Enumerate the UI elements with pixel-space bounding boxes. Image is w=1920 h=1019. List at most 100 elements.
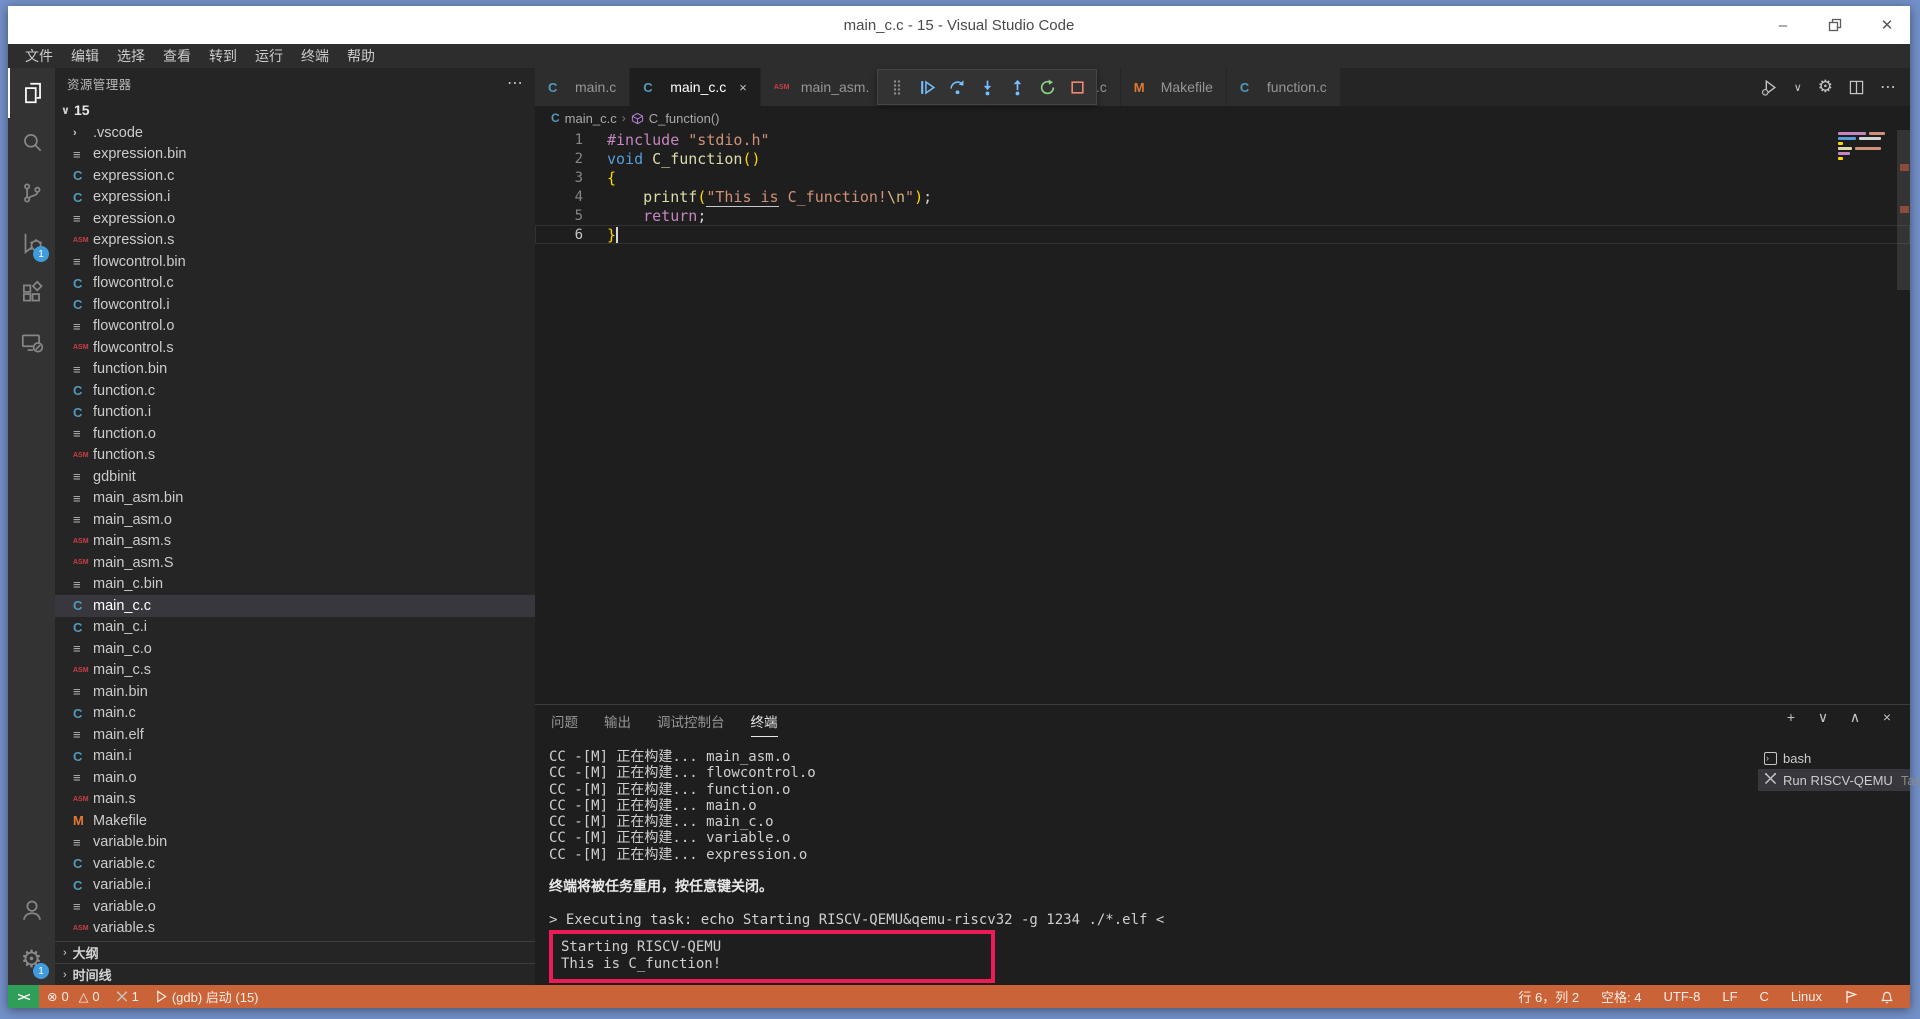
remote-explorer-icon[interactable] bbox=[8, 318, 55, 368]
menu-item-2[interactable]: 选择 bbox=[108, 44, 154, 68]
step-out-icon[interactable] bbox=[1004, 73, 1030, 101]
running-tasks-status[interactable]: 1 bbox=[108, 985, 147, 1008]
file-row[interactable]: ≡main.bin bbox=[55, 681, 535, 703]
eol-status[interactable]: LF bbox=[1714, 989, 1745, 1004]
menu-item-4[interactable]: 转到 bbox=[200, 44, 246, 68]
panel-tab-输出[interactable]: 输出 bbox=[604, 705, 631, 737]
debug-status[interactable]: (gdb) 启动 (15) bbox=[147, 985, 267, 1008]
file-row[interactable]: Cmain.c bbox=[55, 703, 535, 725]
code-line[interactable]: 3{ bbox=[535, 168, 1910, 187]
menu-item-0[interactable]: 文件 bbox=[16, 44, 62, 68]
menu-item-6[interactable]: 终端 bbox=[292, 44, 338, 68]
file-row[interactable]: ≡flowcontrol.bin bbox=[55, 251, 535, 273]
close-button[interactable]: ✕ bbox=[1874, 12, 1900, 38]
editor-tab[interactable]: Cfunction.c bbox=[1227, 68, 1341, 106]
outline-section[interactable]: › 大纲 bbox=[55, 941, 535, 963]
close-panel-icon[interactable]: × bbox=[1878, 709, 1896, 726]
code-line[interactable]: 1#include "stdio.h" bbox=[535, 130, 1910, 149]
step-into-icon[interactable] bbox=[974, 73, 1000, 101]
file-row[interactable]: Cmain_c.i bbox=[55, 617, 535, 639]
file-row[interactable]: ASMfunction.s bbox=[55, 445, 535, 467]
os-status[interactable]: Linux bbox=[1783, 989, 1830, 1004]
file-row[interactable]: MMakefile bbox=[55, 810, 535, 832]
settings-gear-icon[interactable]: ⚙ bbox=[1818, 77, 1833, 97]
timeline-section[interactable]: › 时间线 bbox=[55, 963, 535, 985]
account-icon[interactable] bbox=[8, 885, 55, 935]
extensions-icon[interactable] bbox=[8, 268, 55, 318]
run-and-debug-icon[interactable]: 1 bbox=[8, 218, 55, 268]
file-row[interactable]: Cmain_c.c bbox=[55, 595, 535, 617]
file-row[interactable]: Cmain.i bbox=[55, 746, 535, 768]
panel-tab-终端[interactable]: 终端 bbox=[751, 705, 778, 737]
new-terminal-icon[interactable]: + bbox=[1782, 709, 1800, 726]
breadcrumb-file[interactable]: main_c.c bbox=[565, 111, 617, 126]
terminal-list-item[interactable]: Run RISCV-QEMUTask✓ bbox=[1758, 769, 1910, 791]
restart-icon[interactable] bbox=[1034, 73, 1060, 101]
editor-tab[interactable]: Cmain_c.c× bbox=[630, 68, 761, 106]
file-row[interactable]: ASMvariable.s bbox=[55, 918, 535, 940]
editor-tab[interactable]: Cmain.c bbox=[535, 68, 630, 106]
file-row[interactable]: ≡main_c.o bbox=[55, 638, 535, 660]
more-actions-icon[interactable]: ⋯ bbox=[507, 73, 523, 93]
file-row[interactable]: Cexpression.i bbox=[55, 187, 535, 209]
file-row[interactable]: ›.vscode bbox=[55, 122, 535, 144]
search-icon[interactable] bbox=[8, 118, 55, 168]
file-row[interactable]: ≡function.o bbox=[55, 423, 535, 445]
settings-icon[interactable]: ⚙1 bbox=[8, 935, 55, 985]
file-row[interactable]: ASMmain.s bbox=[55, 789, 535, 811]
indent-status[interactable]: 空格: 4 bbox=[1593, 987, 1649, 1006]
more-actions-icon[interactable]: ⋯ bbox=[1880, 77, 1896, 97]
step-over-icon[interactable] bbox=[944, 73, 970, 101]
file-row[interactable]: ASMflowcontrol.s bbox=[55, 337, 535, 359]
run-or-debug-icon[interactable] bbox=[1761, 79, 1778, 96]
file-row[interactable]: ASMmain_c.s bbox=[55, 660, 535, 682]
terminal-list-item[interactable]: ›bash bbox=[1758, 747, 1910, 769]
panel-tab-问题[interactable]: 问题 bbox=[551, 705, 578, 737]
file-row[interactable]: Cflowcontrol.c bbox=[55, 273, 535, 295]
editor-tab[interactable]: ASMmain_asm. bbox=[761, 68, 883, 106]
file-row[interactable]: Cexpression.c bbox=[55, 165, 535, 187]
problems-status[interactable]: ⊗0△0 bbox=[39, 985, 108, 1008]
code-line[interactable]: 6} bbox=[535, 225, 1910, 244]
file-row[interactable]: ≡variable.bin bbox=[55, 832, 535, 854]
breadcrumb-symbol[interactable]: C_function() bbox=[649, 111, 720, 126]
notifications-bell-icon[interactable] bbox=[1872, 990, 1902, 1004]
file-row[interactable]: ≡variable.o bbox=[55, 896, 535, 918]
file-row[interactable]: ASMmain_asm.s bbox=[55, 531, 535, 553]
source-control-icon[interactable] bbox=[8, 168, 55, 218]
folder-root[interactable]: ∨ 15 bbox=[55, 98, 535, 122]
split-editor-icon[interactable] bbox=[1849, 80, 1864, 95]
file-row[interactable]: ≡main_asm.bin bbox=[55, 488, 535, 510]
file-row[interactable]: ≡expression.bin bbox=[55, 144, 535, 166]
file-row[interactable]: ≡flowcontrol.o bbox=[55, 316, 535, 338]
menu-item-5[interactable]: 运行 bbox=[246, 44, 292, 68]
file-row[interactable]: ≡main_c.bin bbox=[55, 574, 535, 596]
file-row[interactable]: ≡function.bin bbox=[55, 359, 535, 381]
terminal-output[interactable]: CC -[M] 正在构建... main_asm.oCC -[M] 正在构建..… bbox=[535, 737, 1758, 985]
file-row[interactable]: Cvariable.c bbox=[55, 853, 535, 875]
menu-item-7[interactable]: 帮助 bbox=[338, 44, 384, 68]
file-row[interactable]: ASMmain_asm.S bbox=[55, 552, 535, 574]
encoding-status[interactable]: UTF-8 bbox=[1656, 989, 1709, 1004]
file-row[interactable]: ≡main.o bbox=[55, 767, 535, 789]
file-row[interactable]: Cfunction.i bbox=[55, 402, 535, 424]
panel-tab-调试控制台[interactable]: 调试控制台 bbox=[657, 705, 725, 737]
file-row[interactable]: ≡main_asm.o bbox=[55, 509, 535, 531]
continue-icon[interactable] bbox=[914, 73, 940, 101]
explorer-icon[interactable] bbox=[8, 68, 55, 118]
file-row[interactable]: ≡expression.o bbox=[55, 208, 535, 230]
code-editor[interactable]: 1#include "stdio.h"2void C_function()3{4… bbox=[535, 130, 1910, 704]
language-status[interactable]: C bbox=[1752, 989, 1777, 1004]
file-row[interactable]: Cvariable.i bbox=[55, 875, 535, 897]
code-line[interactable]: 2void C_function() bbox=[535, 149, 1910, 168]
terminal-dropdown-icon[interactable]: ∨ bbox=[1814, 709, 1832, 726]
feedback-icon[interactable] bbox=[1836, 990, 1866, 1004]
restore-button[interactable] bbox=[1822, 12, 1848, 38]
file-row[interactable]: ≡main.elf bbox=[55, 724, 535, 746]
breadcrumb[interactable]: C main_c.c › C_function() bbox=[535, 106, 1910, 130]
file-row[interactable]: ASMexpression.s bbox=[55, 230, 535, 252]
code-line[interactable]: 4 printf("This is C_function!\n"); bbox=[535, 187, 1910, 206]
run-dropdown-icon[interactable]: ∨ bbox=[1794, 81, 1802, 94]
maximize-panel-icon[interactable]: ∧ bbox=[1846, 709, 1864, 726]
tab-close-icon[interactable]: × bbox=[739, 80, 747, 95]
